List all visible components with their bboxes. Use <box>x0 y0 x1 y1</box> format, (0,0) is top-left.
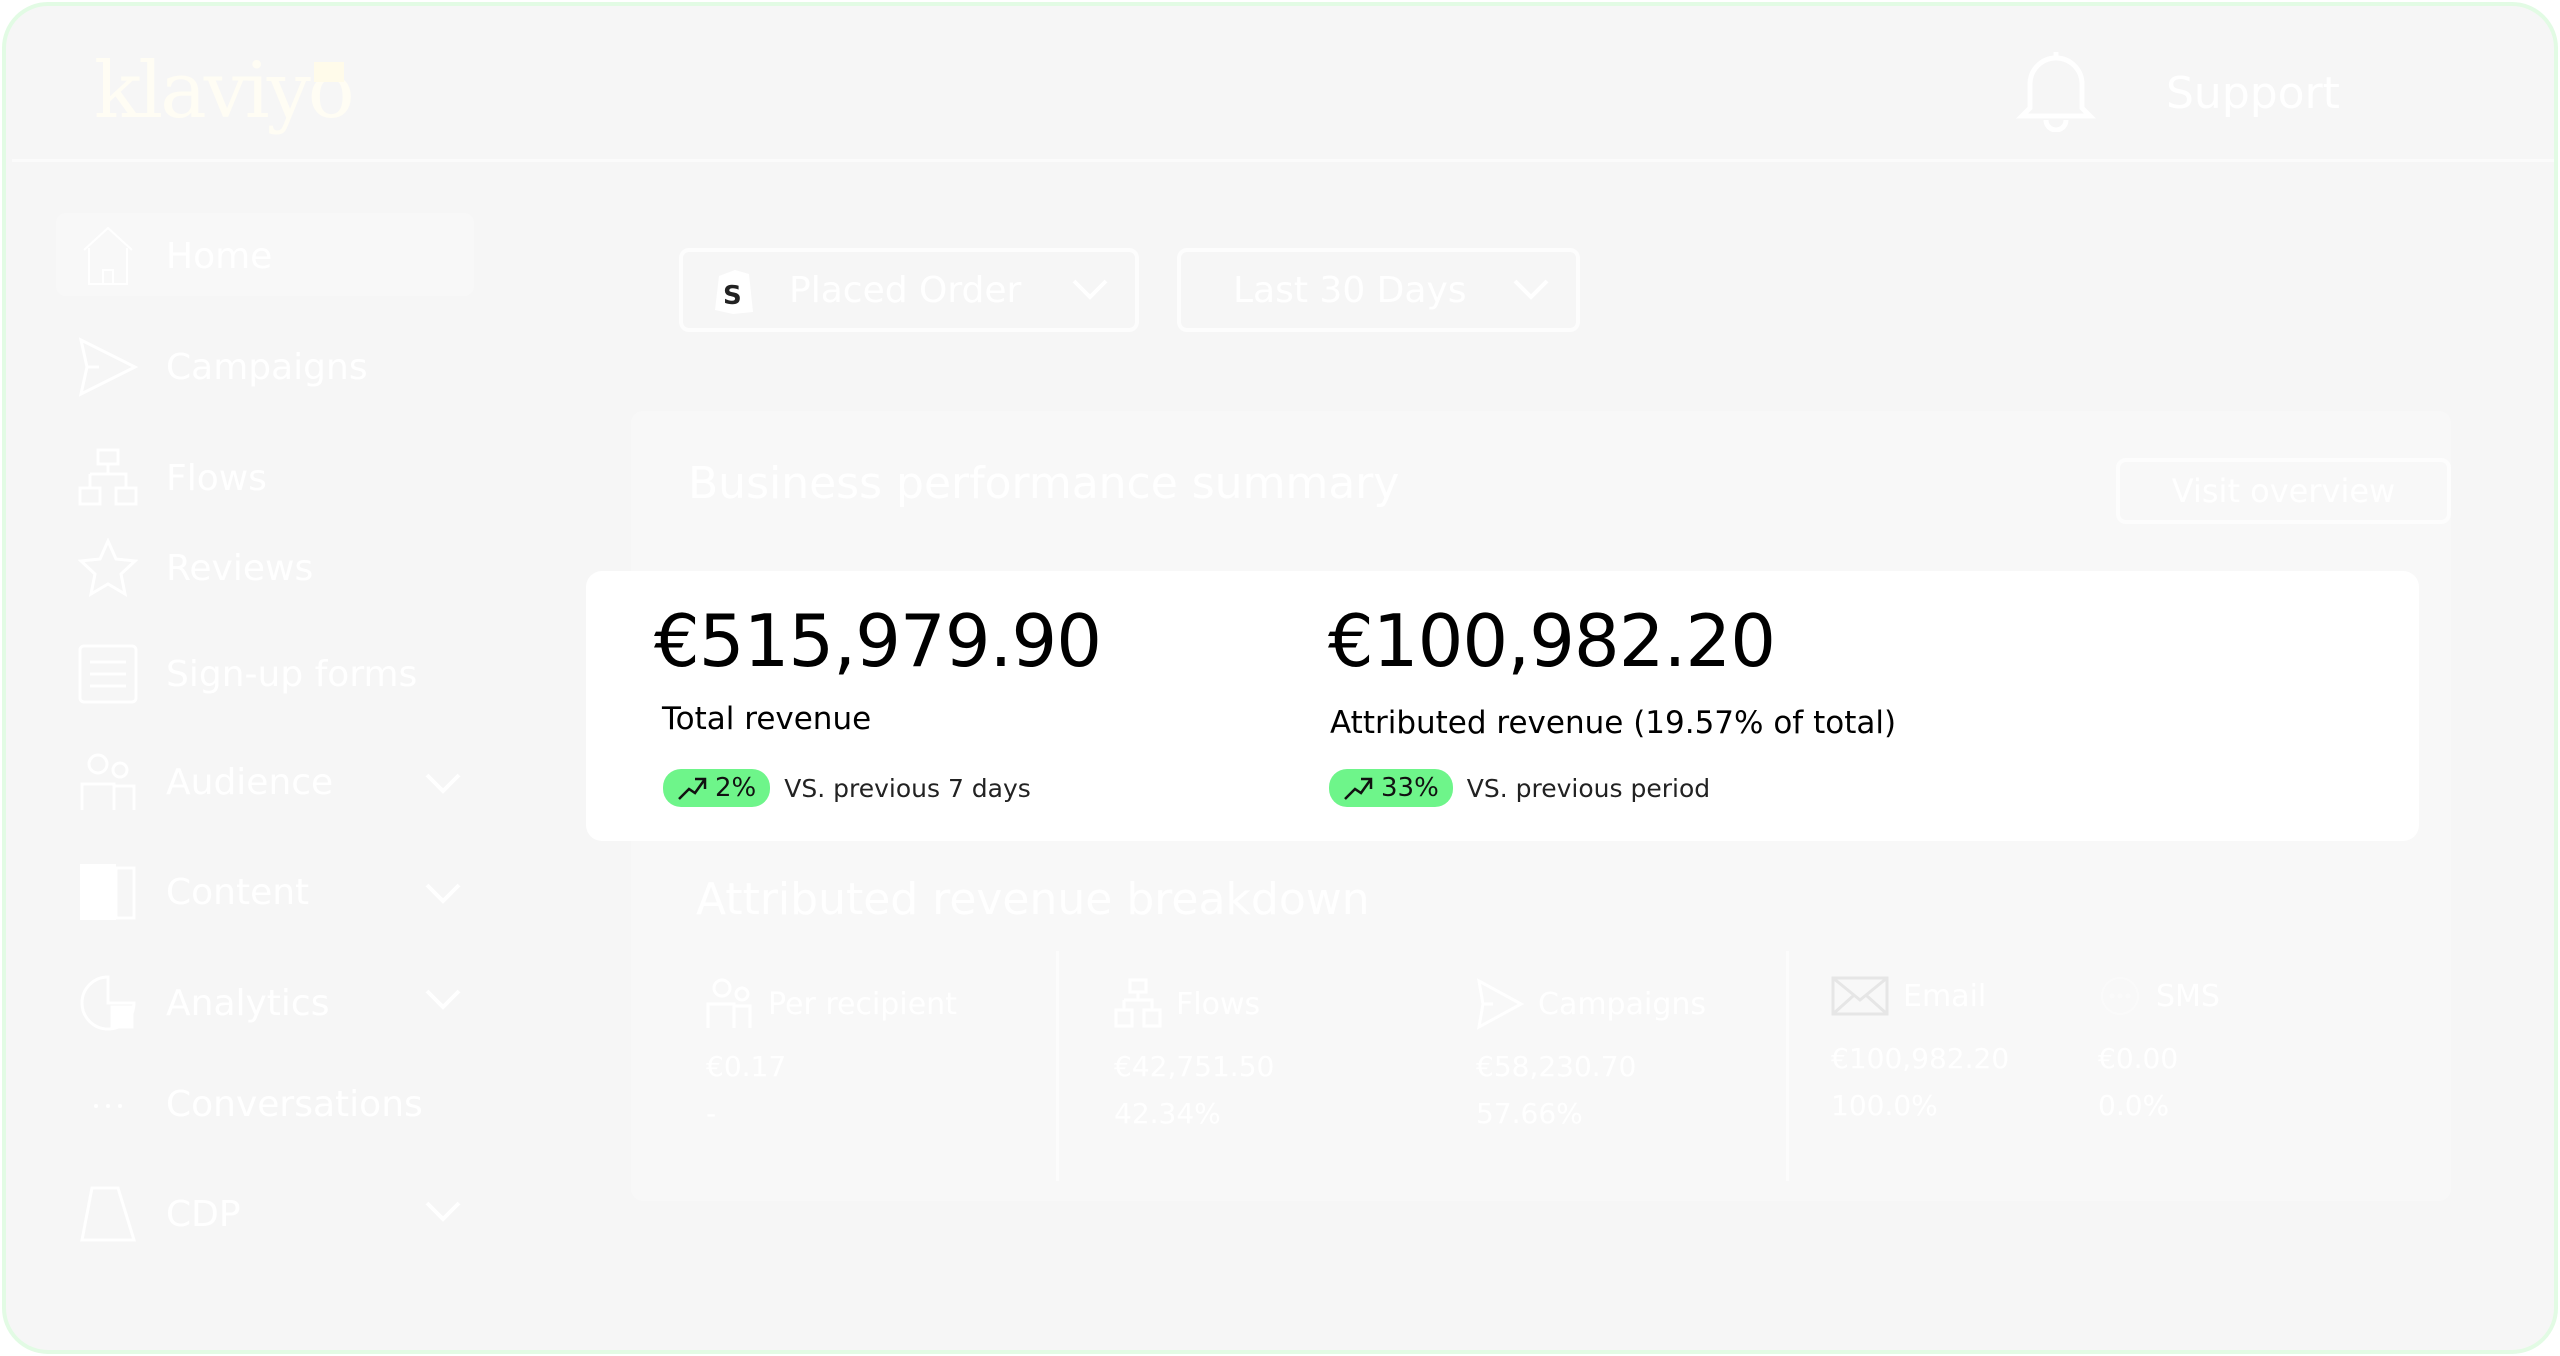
sidebar-item-label: Conversations <box>166 1083 423 1125</box>
analytics-icon <box>76 971 140 1035</box>
breakdown-sms: SMS €0.00 0.0% <box>2098 974 2220 1122</box>
app-window: klaviyo Support Home Campaigns Flows Rev… <box>2 2 2558 1354</box>
shopify-icon: S <box>715 270 753 314</box>
chevron-down-icon[interactable] <box>424 988 462 1012</box>
column-label: Email <box>1903 978 1987 1014</box>
visit-overview-button[interactable]: Visit overview <box>2116 458 2451 524</box>
metric-dropdown[interactable]: S Placed Order <box>679 248 1139 332</box>
total-revenue-label: Total revenue <box>662 701 872 737</box>
audience-icon <box>706 978 752 1028</box>
send-icon <box>1476 978 1524 1030</box>
sidebar-item-campaigns[interactable]: Campaigns <box>76 335 368 399</box>
sidebar-item-label: Home <box>166 235 273 277</box>
breakdown-title: Attributed revenue breakdown <box>696 874 1370 925</box>
attributed-revenue-label: Attributed revenue (19.57% of total) <box>1330 705 1897 741</box>
chevron-down-icon[interactable] <box>424 1200 462 1224</box>
flows-icon <box>1114 978 1162 1028</box>
audience-icon <box>76 750 140 814</box>
column-percent: 100.0% <box>1831 1089 1938 1122</box>
column-percent: 57.66% <box>1476 1097 1583 1130</box>
column-label: Per recipient <box>768 986 957 1022</box>
sidebar-item-flows[interactable]: Flows <box>76 446 267 510</box>
column-value: €0.00 <box>2098 1042 2179 1075</box>
column-value: €100,982.20 <box>1831 1042 2010 1075</box>
klaviyo-logo[interactable]: klaviyo <box>94 46 355 136</box>
metric-value: Placed Order <box>789 269 1022 311</box>
total-revenue-value: €515,979.90 <box>654 599 1102 683</box>
chevron-down-icon <box>1072 279 1108 300</box>
sidebar-item-signup-forms[interactable]: Sign-up forms <box>76 642 417 706</box>
attributed-revenue-value: €100,982.20 <box>1328 599 1776 683</box>
star-icon <box>76 536 140 600</box>
header-divider <box>12 159 2554 162</box>
form-icon <box>76 642 140 706</box>
sidebar-item-reviews[interactable]: Reviews <box>76 536 313 600</box>
summary-title: Business performance summary <box>688 458 1400 509</box>
period-dropdown[interactable]: Last 30 Days <box>1177 248 1580 332</box>
bell-icon[interactable] <box>2015 46 2097 136</box>
period-value: Last 30 Days <box>1233 269 1467 311</box>
column-value: €42,751.50 <box>1114 1050 1275 1083</box>
sidebar-item-label: Analytics <box>166 982 330 1024</box>
column-percent: - <box>706 1097 717 1130</box>
total-comparison: VS. previous 7 days <box>784 773 1031 803</box>
sidebar-item-content[interactable]: Content <box>76 860 309 924</box>
email-icon <box>1831 976 1889 1016</box>
sidebar-item-label: Reviews <box>166 547 314 589</box>
breakdown-flows: Flows €42,751.50 42.34% <box>1114 978 1274 1130</box>
sidebar-item-home[interactable]: Home <box>76 224 272 288</box>
sidebar-item-audience[interactable]: Audience <box>76 750 333 814</box>
sidebar-item-conversations[interactable]: Conversations <box>76 1072 423 1136</box>
column-value: €0.17 <box>706 1050 787 1083</box>
column-label: SMS <box>2156 978 2220 1014</box>
total-change-badge: 2% <box>663 769 771 807</box>
chevron-down-icon <box>1513 279 1549 300</box>
sidebar-item-label: Campaigns <box>166 346 368 388</box>
column-percent: 42.34% <box>1114 1097 1221 1130</box>
column-label: Campaigns <box>1538 986 1707 1022</box>
revenue-card: €515,979.90 Total revenue 2% VS. previou… <box>586 571 2419 841</box>
support-link[interactable]: Support <box>2166 68 2340 119</box>
cdp-icon <box>76 1182 140 1246</box>
svg-text:S: S <box>723 281 742 311</box>
column-label: Flows <box>1176 986 1261 1022</box>
trend-up-icon <box>678 777 707 800</box>
sidebar-item-analytics[interactable]: Analytics <box>76 971 329 1035</box>
trend-up-icon <box>1344 777 1373 800</box>
attributed-change-value: 33% <box>1381 773 1439 803</box>
chat-icon <box>76 1072 140 1136</box>
home-icon <box>76 224 140 288</box>
sidebar-item-label: Sign-up forms <box>166 653 418 695</box>
flows-icon <box>76 446 140 510</box>
column-divider <box>1786 951 1789 1181</box>
breakdown-campaigns: Campaigns €58,230.70 57.66% <box>1476 978 1706 1130</box>
chevron-down-icon[interactable] <box>424 772 462 796</box>
attributed-change-badge: 33% <box>1329 769 1453 807</box>
breakdown-email: Email €100,982.20 100.0% <box>1831 974 2009 1122</box>
total-change-value: 2% <box>715 773 757 803</box>
column-divider <box>1056 951 1059 1181</box>
logo-flag <box>314 62 344 82</box>
column-value: €58,230.70 <box>1476 1050 1637 1083</box>
send-icon <box>76 335 140 399</box>
sidebar-item-label: Content <box>166 871 310 913</box>
sidebar-item-label: Audience <box>166 761 334 803</box>
sms-icon <box>2101 977 2139 1015</box>
sidebar-item-label: CDP <box>166 1193 241 1235</box>
column-percent: 0.0% <box>2098 1089 2170 1122</box>
sidebar-item-cdp[interactable]: CDP <box>76 1182 241 1246</box>
attributed-comparison: VS. previous period <box>1466 773 1711 803</box>
breakdown-per-recipient: Per recipient €0.17 - <box>706 978 957 1130</box>
sidebar-item-label: Flows <box>166 457 267 499</box>
content-icon <box>76 860 140 924</box>
chevron-down-icon[interactable] <box>424 882 462 906</box>
